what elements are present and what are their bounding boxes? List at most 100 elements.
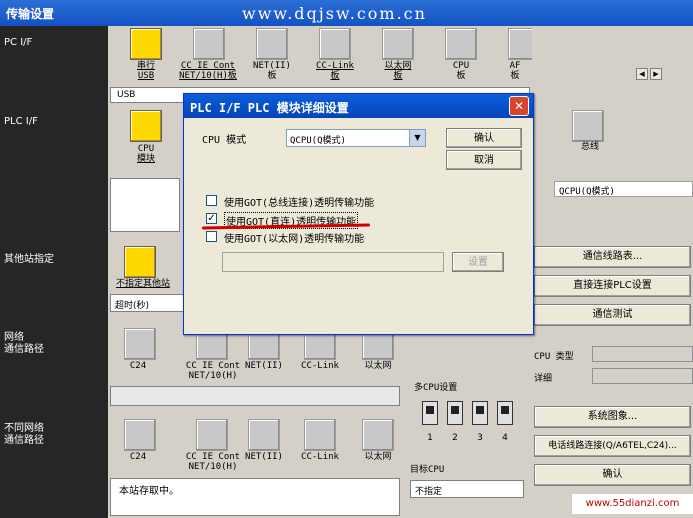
left-label-column: PC I/F PLC I/F 其他站指定 网络 通信路径 不同网络 通信路径 xyxy=(0,26,108,518)
usb-text: USB xyxy=(117,90,136,100)
right-panel: 总线 ◀ ▶ QCPU(Q模式) 通信线路表... 直接连接PLC设置 通信测试… xyxy=(532,26,693,518)
diff-route-netii-icon[interactable] xyxy=(248,419,280,451)
target-cpu-field[interactable]: 不指定 xyxy=(410,480,524,498)
cpu-mode-label: CPU 模式 xyxy=(202,135,247,146)
scroll-right-icon[interactable]: ▶ xyxy=(650,68,662,80)
watermark-text: www.dqjsw.com.cn xyxy=(242,4,427,23)
multi-cpu-title: 多CPU设置 xyxy=(414,383,458,393)
pcif-label-net-1: NET(II) xyxy=(253,61,291,71)
window-title: 传输设置 xyxy=(6,7,55,21)
target-cpu-label: 目标CPU xyxy=(410,465,445,475)
diff-route-cclink-label: CC-Link xyxy=(301,452,339,462)
pcif-label-net-2: 板 xyxy=(267,71,277,81)
pcif-label-serial-1: 串行 xyxy=(136,61,155,71)
dialog-ok-button[interactable]: 确认 xyxy=(446,128,522,148)
target-cpu-value: 不指定 xyxy=(415,487,443,497)
phone-line-connect-button[interactable]: 电话线路连接(Q/A6TEL,C24)... xyxy=(534,435,691,457)
diff-route-eth-icon[interactable] xyxy=(362,419,394,451)
cpu-slot-4-icon[interactable] xyxy=(497,401,513,425)
qcpu-field: QCPU(Q模式) xyxy=(554,181,693,197)
qcpu-text: QCPU(Q模式) xyxy=(559,187,615,197)
bus-label: 总线 xyxy=(580,142,599,152)
status-text: 本站存取中。 xyxy=(119,486,179,497)
diff-network-route-label-1: 不同网络 xyxy=(4,423,44,434)
got-ethernet-label: 使用GOT(以太网)透明传输功能 xyxy=(224,234,365,245)
diff-route-c24-label: C24 xyxy=(129,452,147,462)
pcif-label-cclink-1: CC-Link xyxy=(316,61,354,71)
plc-module-detail-dialog: PLC I/F PLC 模块详细设置 ✕ CPU 模式 QCPU(Q模式) ▼ … xyxy=(183,93,534,335)
cpu-slot-3-num: 3 xyxy=(477,433,483,443)
detail-field xyxy=(592,368,693,384)
cpu-board-icon[interactable] xyxy=(445,28,477,60)
other-station-label-text[interactable]: 不指定其他站 xyxy=(108,279,178,289)
cpu-module-icon[interactable] xyxy=(130,110,162,142)
cc-ie-board-icon[interactable] xyxy=(193,28,225,60)
plcif-cpu-label-1: CPU xyxy=(137,144,155,154)
pcif-label-ccie-1: CC IE Cont xyxy=(180,61,236,71)
diff-route-eth-label: 以太网 xyxy=(364,452,392,462)
net-ii-board-icon[interactable] xyxy=(256,28,288,60)
cpu-mode-select[interactable]: QCPU(Q模式) ▼ xyxy=(286,129,426,147)
network-route-label-2: 通信路径 xyxy=(4,344,44,355)
timeout-text: 超时(秒) xyxy=(115,301,150,311)
other-station-label: 其他站指定 xyxy=(4,254,54,265)
pcif-label-cpu-1: CPU xyxy=(452,61,470,71)
got-ethernet-checkbox[interactable] xyxy=(206,231,217,242)
cpu-slot-3-icon[interactable] xyxy=(472,401,488,425)
net-route-eth-label: 以太网 xyxy=(364,361,392,371)
other-station-icon[interactable] xyxy=(124,246,156,278)
net-route-c24-icon[interactable] xyxy=(124,328,156,360)
diff-route-c24-icon[interactable] xyxy=(124,419,156,451)
status-box: 本站存取中。 xyxy=(110,478,400,516)
cpu-slot-4-num: 4 xyxy=(502,433,508,443)
cpu-type-field xyxy=(592,346,693,362)
cpu-slot-1-icon[interactable] xyxy=(422,401,438,425)
footer-watermark: www.55dianzi.com xyxy=(572,494,693,514)
setting-input xyxy=(222,252,444,272)
pcif-label-af-2: 板 xyxy=(510,71,520,81)
timeout-box: 超时(秒) xyxy=(110,294,184,312)
chevron-down-icon[interactable]: ▼ xyxy=(409,130,425,146)
got-direct-checkbox[interactable]: ✓ xyxy=(206,213,217,224)
confirm-button[interactable]: 确认 xyxy=(534,464,691,486)
cpu-mode-value: QCPU(Q模式) xyxy=(290,136,346,146)
net-route-netii-label: NET(II) xyxy=(245,361,283,371)
dialog-title: PLC I/F PLC 模块详细设置 xyxy=(190,101,349,115)
setting-button[interactable]: 设置 xyxy=(452,252,504,272)
diff-route-netii-label: NET(II) xyxy=(245,452,283,462)
dialog-cancel-button[interactable]: 取消 xyxy=(446,150,522,170)
comm-route-table-button[interactable]: 通信线路表... xyxy=(534,246,691,268)
dialog-titlebar: PLC I/F PLC 模块详细设置 ✕ xyxy=(184,94,533,118)
pcif-label-cclink-2: 板 xyxy=(330,71,340,81)
net-route-cclink-label: CC-Link xyxy=(301,361,339,371)
pcif-label-eth-2: 板 xyxy=(393,71,403,81)
net-route-c24-label: C24 xyxy=(129,361,147,371)
serial-usb-icon[interactable] xyxy=(130,28,162,60)
scroll-left-icon[interactable]: ◀ xyxy=(636,68,648,80)
cpu-slot-1-num: 1 xyxy=(427,433,433,443)
plcif-detail-panel xyxy=(110,178,180,232)
plcif-cpu-label-2: 模块 xyxy=(136,154,155,164)
diff-route-ccie-icon[interactable] xyxy=(196,419,228,451)
system-image-button[interactable]: 系统图象... xyxy=(534,406,691,428)
detail-label: 详细 xyxy=(534,374,553,384)
pcif-label-serial-2: USB xyxy=(137,71,155,81)
cpu-slot-2-num: 2 xyxy=(452,433,458,443)
cpu-slot-2-icon[interactable] xyxy=(447,401,463,425)
window-titlebar: 传输设置 www.dqjsw.com.cn xyxy=(0,0,693,26)
network-route-label-1: 网络 xyxy=(4,332,24,343)
pcif-label-eth-1: 以太网 xyxy=(384,61,412,71)
ethernet-board-icon[interactable] xyxy=(382,28,414,60)
diff-route-cclink-icon[interactable] xyxy=(304,419,336,451)
got-bus-checkbox[interactable] xyxy=(206,195,217,206)
direct-plc-connect-button[interactable]: 直接连接PLC设置 xyxy=(534,275,691,297)
cc-link-board-icon[interactable] xyxy=(319,28,351,60)
bus-icon[interactable] xyxy=(572,110,604,142)
network-route-field xyxy=(110,386,400,406)
got-bus-label: 使用GOT(总线连接)透明传输功能 xyxy=(224,198,375,209)
close-icon[interactable]: ✕ xyxy=(509,96,529,116)
comm-test-button[interactable]: 通信测试 xyxy=(534,304,691,326)
pcif-label-ccie-2: NET/10(H)板 xyxy=(179,71,237,81)
pc-if-label: PC I/F xyxy=(4,37,33,48)
plc-if-label: PLC I/F xyxy=(4,116,38,127)
